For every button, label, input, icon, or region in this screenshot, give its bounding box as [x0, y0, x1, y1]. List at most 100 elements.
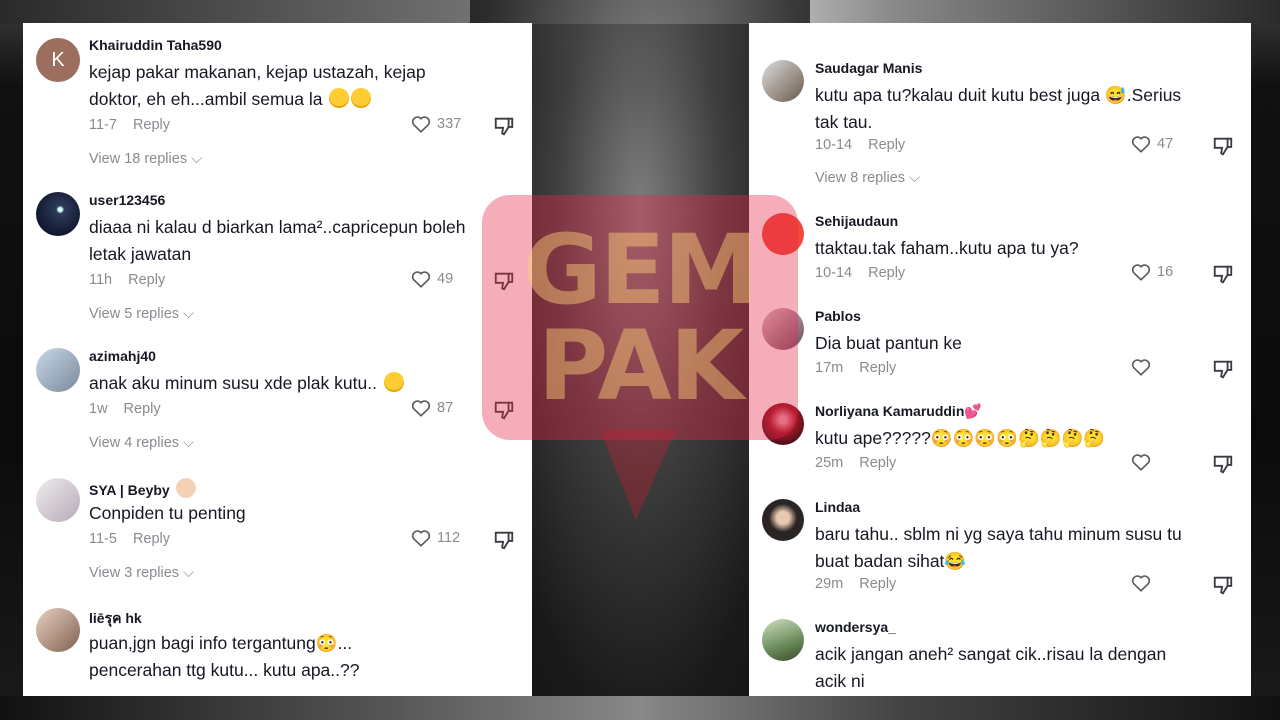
like-button[interactable]: 49: [411, 270, 453, 288]
view-replies-button[interactable]: View 3 replies ⌵: [89, 565, 194, 581]
comment-item: SYA | Beyby Conpiden tu penting 11-5 Repl…: [23, 478, 532, 598]
reply-button[interactable]: Reply: [859, 360, 896, 376]
comment-meta: 11-7 Reply: [89, 117, 171, 133]
comment-username[interactable]: Saudagar Manis: [815, 60, 922, 76]
dislike-icon[interactable]: [493, 399, 515, 421]
background-bottom: [0, 696, 1280, 720]
reply-button[interactable]: Reply: [133, 531, 170, 547]
comment-item: azimahj40 anak aku minum susu xde plak k…: [23, 348, 532, 468]
avatar[interactable]: [36, 608, 80, 652]
comment-item: wondersya_ acik jangan aneh² sangat cik.…: [749, 619, 1251, 696]
heart-icon: [1131, 575, 1151, 592]
comment-item: user123456 diaaa ni kalau d biarkan lama…: [23, 192, 532, 332]
dislike-icon[interactable]: [1212, 574, 1234, 596]
view-replies-button[interactable]: View 4 replies ⌵: [89, 435, 194, 451]
dislike-icon[interactable]: [1212, 358, 1234, 380]
comment-item: liēรุค hk puan,jgn bagi info tergantung😳…: [23, 608, 532, 696]
reply-button[interactable]: Reply: [124, 401, 161, 417]
reply-button[interactable]: Reply: [868, 265, 905, 281]
comment-username[interactable]: Lindaa: [815, 499, 860, 515]
reply-button[interactable]: Reply: [859, 455, 896, 471]
comment-text: Dia buat pantun ke: [815, 333, 962, 353]
comment-text: Conpiden tu penting: [89, 503, 246, 523]
smirk-emoji-icon: [383, 372, 404, 392]
avatar[interactable]: [36, 478, 80, 522]
comment-item: Pablos Dia buat pantun ke 17m Reply: [749, 308, 1251, 380]
like-button[interactable]: 16: [1131, 263, 1173, 281]
reply-button[interactable]: Reply: [133, 117, 170, 133]
like-count: 87: [437, 400, 454, 416]
view-replies-button[interactable]: View 18 replies ⌵: [89, 151, 202, 167]
comment-text: diaaa ni kalau d biarkan lama²..capricep…: [89, 217, 466, 264]
comment-item: Norliyana Kamaruddin💕 kutu ape?????😳😳😳😳🤔…: [749, 403, 1251, 475]
comment-username[interactable]: azimahj40: [89, 348, 156, 364]
comment-item: Lindaa baru tahu.. sblm ni yg saya tahu …: [749, 499, 1251, 599]
like-button[interactable]: 112: [411, 529, 460, 547]
dislike-icon[interactable]: [493, 270, 515, 292]
like-button[interactable]: 87: [411, 399, 453, 417]
comment-text: kejap pakar makanan, kejap ustazah, keja…: [89, 62, 426, 109]
heart-icon: [1131, 264, 1151, 281]
like-button[interactable]: 337: [411, 115, 461, 133]
comment-text: kutu ape?????😳😳😳😳🤔🤔🤔🤔: [815, 428, 1106, 448]
chevron-down-icon: ⌵: [183, 306, 195, 322]
grin-emoji-icon: [329, 88, 350, 108]
heart-icon: [411, 530, 431, 547]
chevron-down-icon: ⌵: [183, 435, 195, 451]
like-button[interactable]: [1131, 574, 1151, 592]
comment-meta: 10-14 Reply: [815, 265, 906, 281]
heart-icon: [1131, 454, 1151, 471]
comments-panel-left[interactable]: K Khairuddin Taha590 kejap pakar makanan…: [23, 23, 532, 696]
comment-username[interactable]: Sehijaudaun: [815, 213, 898, 229]
comment-username[interactable]: liēรุค hk: [89, 608, 142, 630]
avatar[interactable]: [762, 308, 804, 350]
avatar[interactable]: [762, 403, 804, 445]
heart-icon: [411, 400, 431, 417]
comment-text: acik jangan aneh² sangat cik..risau la d…: [815, 644, 1167, 691]
laughing-emoji-icon: [351, 88, 372, 108]
comment-text: anak aku minum susu xde plak kutu..: [89, 370, 469, 397]
dislike-icon[interactable]: [1212, 453, 1234, 475]
avatar[interactable]: [762, 213, 804, 255]
like-button[interactable]: 47: [1131, 135, 1173, 153]
view-replies-button[interactable]: View 5 replies ⌵: [89, 306, 194, 322]
view-replies-button[interactable]: View 8 replies ⌵: [815, 170, 920, 186]
comments-panel-right[interactable]: Saudagar Manis kutu apa tu?kalau duit ku…: [749, 23, 1251, 696]
comment-item: Saudagar Manis kutu apa tu?kalau duit ku…: [749, 60, 1251, 190]
comment-text: baru tahu.. sblm ni yg saya tahu minum s…: [815, 524, 1182, 571]
comment-username[interactable]: Norliyana Kamaruddin💕: [815, 403, 982, 420]
like-count: 16: [1157, 264, 1174, 280]
reply-button[interactable]: Reply: [128, 272, 165, 288]
avatar[interactable]: [762, 60, 804, 102]
like-count: 337: [437, 116, 462, 132]
comment-username[interactable]: user123456: [89, 192, 165, 208]
heart-icon: [411, 116, 431, 133]
dislike-icon[interactable]: [1212, 263, 1234, 285]
comment-username[interactable]: wondersya_: [815, 619, 896, 635]
comment-text: puan,jgn bagi info tergantung😳... pencer…: [89, 633, 360, 680]
comment-meta: 11-5 Reply: [89, 531, 171, 547]
dislike-icon[interactable]: [1212, 135, 1234, 157]
heart-icon: [1131, 136, 1151, 153]
avatar[interactable]: [36, 192, 80, 236]
avatar[interactable]: [36, 348, 80, 392]
avatar[interactable]: [762, 499, 804, 541]
avatar[interactable]: K: [36, 38, 80, 82]
comment-username[interactable]: Khairuddin Taha590: [89, 37, 222, 53]
heart-icon: [411, 271, 431, 288]
like-button[interactable]: [1131, 358, 1151, 376]
reply-button[interactable]: Reply: [859, 576, 896, 592]
heart-icon: [1131, 359, 1151, 376]
chevron-down-icon: ⌵: [191, 151, 203, 167]
comment-meta: 17m Reply: [815, 360, 897, 376]
comment-text: ttaktau.tak faham..kutu apa tu ya?: [815, 238, 1079, 258]
like-button[interactable]: [1131, 453, 1151, 471]
reply-button[interactable]: Reply: [868, 137, 905, 153]
comment-meta: 29m Reply: [815, 576, 897, 592]
comment-username[interactable]: SYA | Beyby: [89, 478, 196, 498]
avatar[interactable]: [762, 619, 804, 661]
comment-username[interactable]: Pablos: [815, 308, 861, 324]
dislike-icon[interactable]: [493, 115, 515, 137]
dislike-icon[interactable]: [493, 529, 515, 551]
comment-meta: 11h Reply: [89, 272, 166, 288]
